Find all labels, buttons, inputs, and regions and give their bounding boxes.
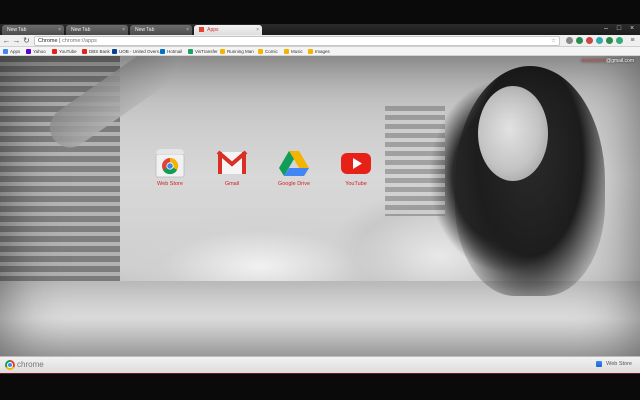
reload-button[interactable]: ↻: [22, 36, 31, 45]
mail-icon: [160, 49, 165, 54]
drive-icon: [277, 148, 311, 178]
tab-new-3[interactable]: New Tab ×: [130, 25, 192, 35]
bookmark-vistransfer[interactable]: VisTransfer: [188, 48, 218, 55]
tab-label: New Tab: [135, 27, 155, 33]
extension-icon[interactable]: [596, 37, 603, 44]
bookmarks-bar: Apps Yahoo YouTube DBS Bank UOB - United…: [0, 47, 640, 56]
app-gmail[interactable]: Gmail: [207, 148, 257, 187]
tab-new-2[interactable]: New Tab ×: [66, 25, 128, 35]
tab-strip: New Tab × New Tab × New Tab × Apps ×: [0, 24, 640, 35]
app-google-drive[interactable]: Google Drive: [269, 148, 319, 187]
tab-new-1[interactable]: New Tab ×: [2, 25, 64, 35]
tab-label: Apps: [207, 27, 219, 33]
apps-page: xxxxxxxxxx@gmail.com Web Store Gmail Goo…: [0, 56, 640, 356]
webstore-icon[interactable]: [596, 361, 602, 367]
bookmark-youtube[interactable]: YouTube: [52, 48, 77, 55]
bank-icon: [112, 49, 117, 54]
chrome-brand: chrome: [17, 360, 44, 369]
youtube-icon: [339, 148, 373, 178]
app-label: Web Store: [157, 181, 183, 187]
app-youtube[interactable]: YouTube: [331, 148, 381, 187]
close-icon[interactable]: ×: [256, 25, 259, 35]
bookmark-images[interactable]: Images: [308, 48, 330, 55]
address-bar[interactable]: Chrome | chrome://apps ☆: [34, 36, 560, 46]
account-label[interactable]: xxxxxxxxxx@gmail.com: [581, 58, 634, 64]
forward-button[interactable]: →: [12, 36, 21, 45]
folder-icon: [220, 49, 225, 54]
app-grid: Web Store Gmail Google Drive YouTube: [145, 148, 385, 193]
app-web-store[interactable]: Web Store: [145, 148, 195, 187]
webstore-link[interactable]: Web Store: [606, 361, 632, 367]
bookmark-running-man[interactable]: Running Man: [220, 48, 254, 55]
star-icon[interactable]: ☆: [551, 37, 556, 45]
extension-icon[interactable]: [586, 37, 593, 44]
bookmark-uob[interactable]: UOB - United Overs...: [112, 48, 163, 55]
back-button[interactable]: ←: [2, 36, 11, 45]
bookmark-apps[interactable]: Apps: [3, 48, 20, 55]
url-host: Chrome: [38, 38, 58, 44]
extension-icon[interactable]: [576, 37, 583, 44]
app-label: YouTube: [345, 181, 367, 187]
bookmark-yahoo[interactable]: Yahoo: [26, 48, 46, 55]
extension-icon[interactable]: [566, 37, 573, 44]
close-icon[interactable]: ×: [122, 25, 125, 35]
app-label: Google Drive: [277, 181, 311, 187]
extension-icon[interactable]: [606, 37, 613, 44]
bookmark-comic[interactable]: Comic: [258, 48, 278, 55]
apps-footer: chrome Web Store: [0, 356, 640, 373]
folder-icon: [258, 49, 263, 54]
tab-label: New Tab: [7, 27, 27, 33]
bank-icon: [82, 49, 87, 54]
tab-apps[interactable]: Apps ×: [194, 25, 262, 35]
folder-icon: [308, 49, 313, 54]
tab-label: New Tab: [71, 27, 91, 33]
close-window-button[interactable]: ×: [626, 24, 638, 34]
yahoo-icon: [26, 49, 31, 54]
folder-icon: [284, 49, 289, 54]
close-icon[interactable]: ×: [58, 25, 61, 35]
bookmark-dbs[interactable]: DBS Bank: [82, 48, 110, 55]
close-icon[interactable]: ×: [186, 25, 189, 35]
app-label: Gmail: [224, 181, 240, 187]
maximize-button[interactable]: □: [613, 24, 625, 34]
apps-icon: [199, 27, 204, 33]
minimize-button[interactable]: –: [600, 24, 612, 34]
webstore-icon: [153, 148, 187, 178]
bookmark-hotmail[interactable]: Hotmail: [160, 48, 182, 55]
bookmark-music[interactable]: Music: [284, 48, 303, 55]
youtube-icon: [52, 49, 57, 54]
transfer-icon: [188, 49, 193, 54]
extension-icon[interactable]: [616, 37, 623, 44]
url-path: chrome://apps: [62, 38, 97, 44]
apps-icon: [3, 49, 8, 54]
toolbar: ← → ↻ Chrome | chrome://apps ☆ ≡: [0, 35, 640, 47]
chrome-icon: [5, 360, 15, 370]
gmail-icon: [215, 148, 249, 178]
menu-icon[interactable]: ≡: [628, 36, 637, 45]
